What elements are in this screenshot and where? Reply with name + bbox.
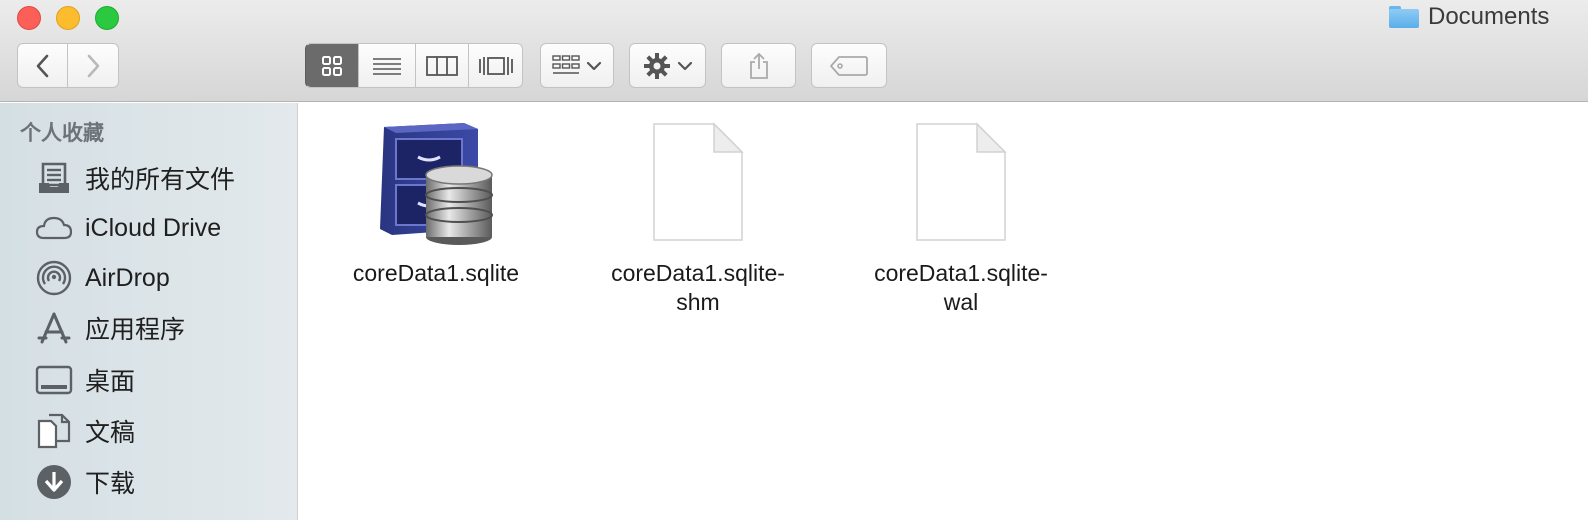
desktop-icon: [34, 360, 74, 400]
file-name-line2: shm: [676, 289, 720, 315]
chevron-left-icon: [36, 54, 48, 77]
blank-document-icon: [628, 117, 768, 247]
gear-icon: [643, 52, 670, 79]
close-window-button[interactable]: [17, 6, 41, 30]
chevron-down-icon: [677, 61, 692, 70]
file-name-line2: wal: [943, 289, 979, 315]
folder-icon: [1388, 5, 1420, 29]
file-browser-content: coreData1.sqlite coreData1.sqlite- shm c…: [299, 103, 1588, 520]
window-title-label: Documents: [1428, 3, 1550, 30]
file-item-sqlite[interactable]: coreData1.sqlite: [326, 117, 546, 288]
icon-view-icon: [322, 55, 342, 76]
documents-icon: [34, 411, 74, 451]
share-icon: [749, 52, 768, 79]
back-button[interactable]: [17, 43, 68, 88]
arrange-grid-icon: [552, 54, 580, 74]
cover-flow-view-button[interactable]: [469, 43, 523, 88]
file-item-sqlite-shm[interactable]: coreData1.sqlite- shm: [588, 117, 808, 317]
file-name: coreData1.sqlite- wal: [851, 259, 1071, 317]
list-view-icon: [373, 57, 401, 75]
arrange-button[interactable]: [540, 43, 614, 88]
sidebar-item-label: 应用程序: [85, 316, 186, 344]
sidebar-item-label: AirDrop: [85, 263, 170, 292]
toolbar: Documents: [0, 0, 1588, 102]
sidebar-item-airdrop[interactable]: AirDrop: [0, 255, 298, 301]
sidebar-item-downloads[interactable]: 下载: [0, 459, 298, 505]
airdrop-icon: [34, 258, 74, 298]
sidebar-item-icloud-drive[interactable]: iCloud Drive: [0, 205, 298, 251]
file-name: coreData1.sqlite: [326, 259, 546, 288]
sidebar-item-desktop[interactable]: 桌面: [0, 357, 298, 403]
sidebar-item-label: 文稿: [85, 419, 136, 447]
file-name: coreData1.sqlite- shm: [588, 259, 808, 317]
file-name-line1: coreData1.sqlite: [352, 260, 520, 286]
all-files-icon: [34, 158, 74, 198]
sidebar-item-label: 我的所有文件: [85, 166, 236, 194]
sidebar-item-applications[interactable]: 应用程序: [0, 305, 298, 351]
sidebar-item-label: 桌面: [85, 368, 136, 396]
tag-icon: [830, 55, 868, 76]
cover-flow-icon: [478, 56, 513, 75]
share-button[interactable]: [721, 43, 796, 88]
sqlite-database-icon: [366, 117, 506, 247]
applications-icon: [34, 308, 74, 348]
list-view-button[interactable]: [359, 43, 416, 88]
finder-window: Documents 个人收藏 我的所有文件 iCloud Drive AirDr…: [0, 0, 1588, 520]
blank-document-icon: [891, 117, 1031, 247]
download-icon: [34, 462, 74, 502]
sidebar-item-label: iCloud Drive: [85, 213, 222, 242]
sidebar-heading-favorites: 个人收藏: [20, 122, 104, 145]
window-title: Documents: [1388, 2, 1549, 32]
cloud-icon: [34, 208, 74, 248]
sidebar-item-documents[interactable]: 文稿: [0, 408, 298, 454]
maximize-window-button[interactable]: [95, 6, 119, 30]
forward-button[interactable]: [68, 43, 119, 88]
minimize-window-button[interactable]: [56, 6, 80, 30]
tags-button[interactable]: [811, 43, 887, 88]
column-view-icon: [426, 55, 458, 76]
sidebar: 个人收藏 我的所有文件 iCloud Drive AirDrop 应用程序 桌面…: [0, 103, 298, 520]
sidebar-item-label: 下载: [85, 470, 136, 498]
icon-view-button[interactable]: [305, 43, 359, 88]
chevron-right-icon: [87, 54, 100, 77]
sidebar-item-all-my-files[interactable]: 我的所有文件: [0, 155, 298, 201]
action-button[interactable]: [629, 43, 706, 88]
chevron-down-icon: [586, 61, 602, 70]
file-name-line1: coreData1.sqlite-: [874, 260, 1048, 286]
file-item-sqlite-wal[interactable]: coreData1.sqlite- wal: [851, 117, 1071, 317]
file-name-line1: coreData1.sqlite-: [611, 260, 785, 286]
column-view-button[interactable]: [416, 43, 469, 88]
